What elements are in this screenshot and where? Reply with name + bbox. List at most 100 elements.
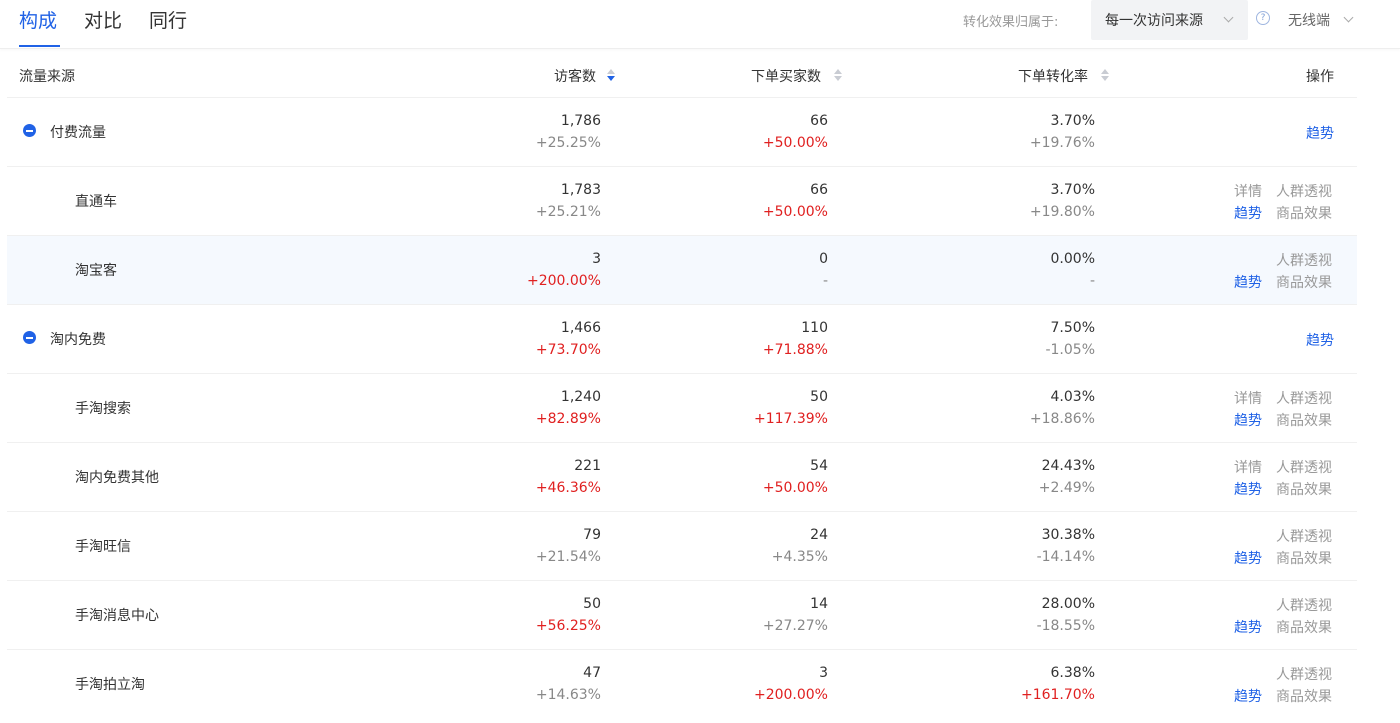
attribution-select[interactable]: 每一次访问来源 xyxy=(1091,0,1248,40)
buyers-value: 0 xyxy=(819,251,828,267)
trend-link[interactable]: 趋势 xyxy=(1234,548,1262,568)
product-effect-link[interactable]: 商品效果 xyxy=(1276,410,1332,430)
trend-link[interactable]: 趋势 xyxy=(1234,272,1262,292)
buyers-value: 66 xyxy=(810,182,828,198)
table-row: 手淘消息中心 50 +56.25% 14 +27.27% 28.00% -18.55% 人群透… xyxy=(7,580,1357,649)
visitors-change: +21.54% xyxy=(535,549,601,565)
attribution-value: 每一次访问来源 xyxy=(1105,13,1203,29)
source-name: 淘宝客 xyxy=(75,263,117,279)
rate-change: - xyxy=(1089,273,1095,289)
rate-change: -18.55% xyxy=(1036,618,1095,634)
product-effect-link[interactable]: 商品效果 xyxy=(1276,203,1332,223)
table-row: 淘内免费其他 221 +46.36% 54 +50.00% 24.43% +2.49% 详情人… xyxy=(7,442,1357,511)
product-effect-link[interactable]: 商品效果 xyxy=(1276,617,1332,637)
top-bar: 构成 对比 同行 转化效果归属于: 每一次访问来源 ? 无线端 xyxy=(0,0,1400,49)
source-name: 淘内免费其他 xyxy=(75,470,159,486)
collapse-icon[interactable] xyxy=(23,124,36,137)
rate-value: 7.50% xyxy=(1050,320,1095,336)
rate-value: 6.38% xyxy=(1050,665,1095,681)
tab-compare[interactable]: 对比 xyxy=(84,6,122,33)
buyers-change: +50.00% xyxy=(762,135,828,151)
audience-link[interactable]: 人群透视 xyxy=(1276,595,1332,615)
tab-composition[interactable]: 构成 xyxy=(19,6,57,33)
buyers-change: - xyxy=(822,273,828,289)
details-link[interactable]: 详情 xyxy=(1234,181,1262,201)
rate-change: +19.80% xyxy=(1029,204,1095,220)
buyers-change: +50.00% xyxy=(762,204,828,220)
header-rate[interactable]: 下单转化率 xyxy=(1018,66,1088,86)
source-name: 手淘拍立淘 xyxy=(75,677,145,693)
audience-link[interactable]: 人群透视 xyxy=(1276,664,1332,684)
buyers-change: +27.27% xyxy=(762,618,828,634)
tab-peers[interactable]: 同行 xyxy=(149,6,187,33)
rate-value: 3.70% xyxy=(1050,182,1095,198)
product-effect-link[interactable]: 商品效果 xyxy=(1276,548,1332,568)
visitors-value: 3 xyxy=(592,251,601,267)
table-row: 淘宝客 3 +200.00% 0 - 0.00% - 人群透视 趋势 商品效果 xyxy=(7,235,1357,304)
trend-link[interactable]: 趋势 xyxy=(1234,479,1262,499)
trend-link[interactable]: 趋势 xyxy=(1234,617,1262,637)
table-row: 淘内免费 1,466 +73.70% 110 +71.88% 7.50% -1.05% 趋势 xyxy=(7,304,1357,373)
buyers-value: 3 xyxy=(819,665,828,681)
trend-link[interactable]: 趋势 xyxy=(1234,686,1262,706)
sort-buyers-icon[interactable] xyxy=(834,69,842,83)
rate-value: 4.03% xyxy=(1050,389,1095,405)
device-select[interactable]: 无线端 xyxy=(1288,9,1368,33)
audience-link[interactable]: 人群透视 xyxy=(1276,526,1332,546)
header-visitors[interactable]: 访客数 xyxy=(554,66,596,86)
details-link[interactable]: 详情 xyxy=(1234,388,1262,408)
buyers-change: +200.00% xyxy=(753,687,828,703)
visitors-change: +25.25% xyxy=(535,135,601,151)
sort-visitors-icon[interactable] xyxy=(607,69,615,83)
product-effect-link[interactable]: 商品效果 xyxy=(1276,686,1332,706)
rate-value: 3.70% xyxy=(1050,113,1095,129)
trend-link[interactable]: 趋势 xyxy=(1234,203,1262,223)
trend-link[interactable]: 趋势 xyxy=(1306,330,1334,350)
visitors-value: 50 xyxy=(583,596,601,612)
source-name: 付费流量 xyxy=(50,125,106,141)
collapse-icon[interactable] xyxy=(23,331,36,344)
source-name: 手淘搜索 xyxy=(75,401,131,417)
source-name: 手淘旺信 xyxy=(75,539,131,555)
buyers-change: +4.35% xyxy=(771,549,828,565)
audience-link[interactable]: 人群透视 xyxy=(1276,457,1332,477)
table-row: 手淘旺信 79 +21.54% 24 +4.35% 30.38% -14.14% 人群透视 趋势… xyxy=(7,511,1357,580)
product-effect-link[interactable]: 商品效果 xyxy=(1276,272,1332,292)
buyers-value: 14 xyxy=(810,596,828,612)
source-name: 淘内免费 xyxy=(50,332,106,348)
trend-link[interactable]: 趋势 xyxy=(1234,410,1262,430)
visitors-change: +73.70% xyxy=(535,342,601,358)
rate-change: +19.76% xyxy=(1029,135,1095,151)
rate-change: +18.86% xyxy=(1029,411,1095,427)
details-link[interactable]: 详情 xyxy=(1234,457,1262,477)
help-icon[interactable]: ? xyxy=(1256,11,1270,25)
buyers-change: +71.88% xyxy=(762,342,828,358)
visitors-change: +46.36% xyxy=(535,480,601,496)
table-row: 手淘拍立淘 47 +14.63% 3 +200.00% 6.38% +161.70% 人群透视… xyxy=(7,649,1357,718)
header-source: 流量来源 xyxy=(19,69,75,85)
visitors-change: +82.89% xyxy=(535,411,601,427)
visitors-change: +56.25% xyxy=(535,618,601,634)
visitors-value: 1,786 xyxy=(560,113,601,129)
visitors-value: 47 xyxy=(583,665,601,681)
rate-value: 30.38% xyxy=(1041,527,1095,543)
visitors-value: 79 xyxy=(583,527,601,543)
rate-value: 24.43% xyxy=(1041,458,1095,474)
rate-change: +2.49% xyxy=(1038,480,1095,496)
sort-rate-icon[interactable] xyxy=(1101,69,1109,83)
product-effect-link[interactable]: 商品效果 xyxy=(1276,479,1332,499)
trend-link[interactable]: 趋势 xyxy=(1306,123,1334,143)
visitors-value: 221 xyxy=(574,458,601,474)
source-name: 直通车 xyxy=(75,194,117,210)
table-row: 直通车 1,783 +25.21% 66 +50.00% 3.70% +19.80% 详情 人群… xyxy=(7,166,1357,235)
rate-change: -1.05% xyxy=(1045,342,1095,358)
rate-value: 0.00% xyxy=(1050,251,1095,267)
audience-link[interactable]: 人群透视 xyxy=(1276,250,1332,270)
chevron-down-icon xyxy=(1223,12,1234,23)
rate-value: 28.00% xyxy=(1041,596,1095,612)
audience-link[interactable]: 人群透视 xyxy=(1276,388,1332,408)
audience-link[interactable]: 人群透视 xyxy=(1276,181,1332,201)
header-buyers[interactable]: 下单买家数 xyxy=(751,66,821,86)
attribution-label: 转化效果归属于: xyxy=(963,15,1059,30)
buyers-value: 54 xyxy=(810,458,828,474)
